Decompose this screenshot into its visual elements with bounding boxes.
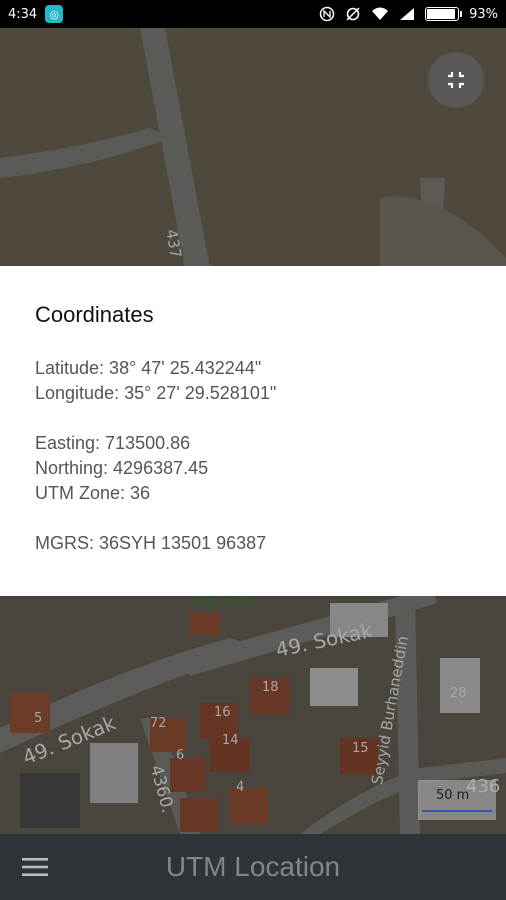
battery-icon: [425, 7, 463, 21]
coordinates-dialog: Coordinates Latitude: 38° 47' 25.432244"…: [0, 266, 506, 596]
status-bar: 4:34 ◎ 93%: [0, 0, 506, 28]
app-title: UTM Location: [165, 851, 341, 882]
status-time: 4:34: [8, 6, 38, 22]
battery-percentage: 93%: [469, 6, 498, 22]
hamburger-menu-icon: [22, 858, 48, 876]
nfc-icon: [319, 6, 335, 22]
data-saver-icon: [346, 7, 360, 21]
longitude-text: Longitude: 35° 27' 29.528101": [35, 383, 277, 403]
mgrs-text: MGRS: 36SYH 13501 96387: [35, 533, 267, 553]
fullscreen-exit-icon: [448, 72, 464, 88]
map-scale-label: 50 m: [436, 788, 470, 803]
battery-fill: [427, 9, 455, 19]
map-scale-bar: [422, 810, 492, 812]
wifi-icon: [372, 7, 389, 20]
utm-zone-text: UTM Zone: 36: [35, 483, 151, 503]
map-scale: 50 m: [418, 780, 496, 820]
bottom-app-bar: UTM Location: [0, 834, 506, 900]
signal-icon: [400, 8, 415, 20]
latitude-text: Latitude: 38° 47' 25.432244": [35, 358, 262, 378]
exit-fullscreen-button[interactable]: [428, 52, 484, 108]
northing-text: Northing: 4296387.45: [35, 458, 209, 478]
easting-text: Easting: 713500.86: [35, 433, 191, 453]
menu-button[interactable]: [0, 834, 70, 900]
dialog-title: Coordinates: [35, 302, 154, 327]
app-notification-icon: ◎: [45, 5, 64, 23]
